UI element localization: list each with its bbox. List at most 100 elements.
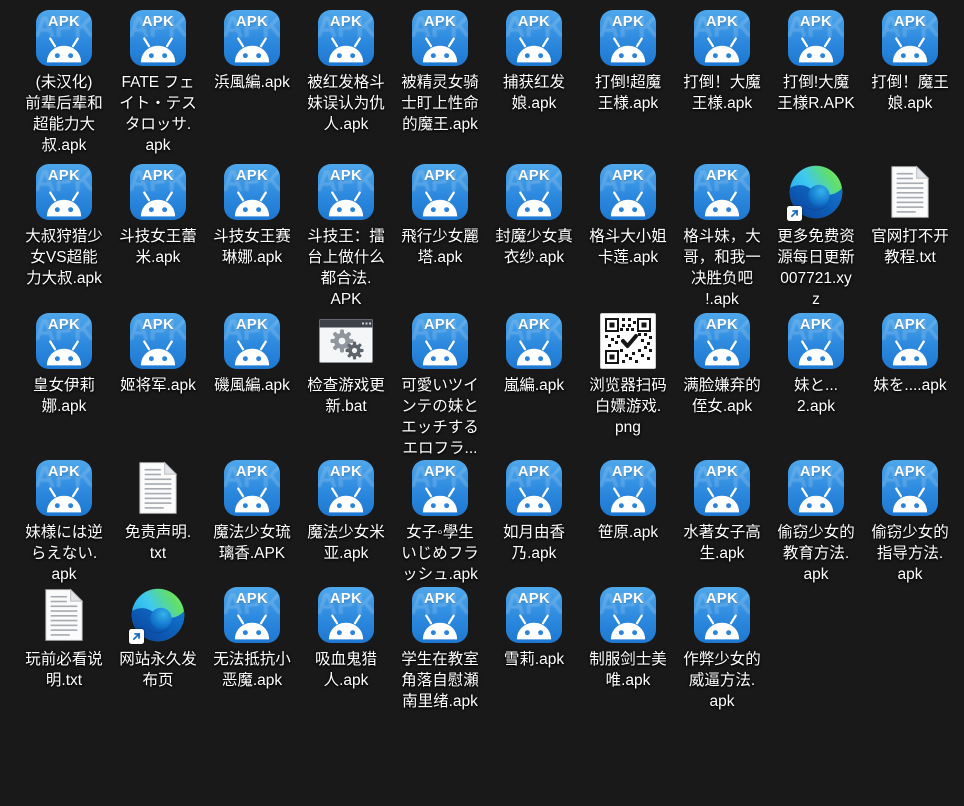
desktop-icon-qr[interactable]: 浏览器扫码 白嫖游戏. png <box>581 313 675 459</box>
icon-image: APK APK <box>506 164 562 220</box>
icon-image: APK APK <box>600 164 656 220</box>
icon-image: APK APK <box>882 313 938 369</box>
desktop-icon-apk[interactable]: APK APK 作弊少女的 威逼方法. apk <box>675 587 769 712</box>
icon-label: 偷窃少女的 指导方法. apk <box>871 522 949 585</box>
icon-label: 封魔少女真 衣纱.apk <box>495 226 573 268</box>
apk-file-icon: APK APK <box>318 164 374 220</box>
desktop-icon-apk[interactable]: APK APK 皇女伊莉 娜.apk <box>17 313 111 459</box>
desktop-icon-apk[interactable]: APK APK 妹と... 2.apk <box>769 313 863 459</box>
desktop-icon-apk[interactable]: APK APK 捕获红发 娘.apk <box>487 10 581 156</box>
icon-label: 大叔狩猎少 女VS超能 力大叔.apk <box>25 226 103 289</box>
desktop-icon-apk[interactable]: APK APK 飛行少女麗 塔.apk <box>393 164 487 310</box>
apk-badge-text: APK <box>130 317 186 333</box>
apk-file-icon: APK APK <box>600 164 656 220</box>
icon-label: 更多免费资 源每日更新 007721.xy z <box>777 226 855 310</box>
apk-badge-text: APK <box>36 168 92 184</box>
apk-badge-text: APK <box>600 591 656 607</box>
desktop-icon-txt[interactable]: 玩前必看说 明.txt <box>17 587 111 712</box>
desktop-icon-apk[interactable]: APK APK 大叔狩猎少 女VS超能 力大叔.apk <box>17 164 111 310</box>
apk-file-icon: APK APK <box>694 10 750 66</box>
icon-image: APK APK <box>412 587 468 643</box>
icon-label: 姬将军.apk <box>120 375 196 396</box>
desktop-icon-apk[interactable]: APK APK 妹を....apk <box>863 313 957 459</box>
desktop-icon-apk[interactable]: APK APK 打倒!大魔 王様R.APK <box>769 10 863 156</box>
desktop-icon-apk[interactable]: APK APK 打倒！大魔 王様.apk <box>675 10 769 156</box>
desktop-row: APK APK 妹様には逆 らえない. apk 免责声明. txt <box>17 460 957 585</box>
apk-badge-text: APK <box>600 14 656 30</box>
android-robot-icon <box>515 36 553 63</box>
desktop-icon-apk[interactable]: APK APK 封魔少女真 衣纱.apk <box>487 164 581 310</box>
desktop-icon-apk[interactable]: APK APK 妹様には逆 らえない. apk <box>17 460 111 585</box>
apk-badge-text: APK <box>224 464 280 480</box>
apk-file-icon: APK APK <box>882 313 938 369</box>
desktop-icon-apk[interactable]: APK APK 被红发格斗 妹误认为仇 人.apk <box>299 10 393 156</box>
desktop-icon-apk[interactable]: APK APK 打倒！魔王 娘.apk <box>863 10 957 156</box>
desktop-icon-apk[interactable]: APK APK 斗技女王蕾 米.apk <box>111 164 205 310</box>
apk-file-icon: APK APK <box>36 313 92 369</box>
android-robot-icon <box>891 339 929 366</box>
desktop-icon-apk[interactable]: APK APK 嵐編.apk <box>487 313 581 459</box>
icon-label: 格斗妹，大 哥，和我一 决胜负吧 !.apk <box>683 226 761 310</box>
android-robot-icon <box>45 190 83 217</box>
icon-label: 斗技女王赛 琳娜.apk <box>213 226 291 268</box>
icon-label: 可愛いツイ ンテの妹と エッチする エロフラ... <box>401 375 479 459</box>
icon-image: APK APK <box>36 313 92 369</box>
desktop-icon-bat[interactable]: 检查游戏更 新.bat <box>299 313 393 459</box>
desktop-icon-apk[interactable]: APK APK 雪莉.apk <box>487 587 581 712</box>
desktop-icon-edge[interactable]: 更多免费资 源每日更新 007721.xy z <box>769 164 863 310</box>
desktop-icon-apk[interactable]: APK APK 浜風編.apk <box>205 10 299 156</box>
icon-image: APK APK <box>318 164 374 220</box>
desktop-row: APK APK 大叔狩猎少 女VS超能 力大叔.apk APK APK 斗技女王… <box>17 164 957 310</box>
apk-badge-text: APK <box>694 168 750 184</box>
desktop-icon-apk[interactable]: APK APK 满脸嫌弃的 侄女.apk <box>675 313 769 459</box>
desktop-icon-apk[interactable]: APK APK 吸血鬼猎 人.apk <box>299 587 393 712</box>
desktop-icon-apk[interactable]: APK APK 学生在教室 角落自慰瀬 南里绪.apk <box>393 587 487 712</box>
icon-label: 斗技女王蕾 米.apk <box>119 226 197 268</box>
desktop-icon-apk[interactable]: APK APK 姬将军.apk <box>111 313 205 459</box>
apk-badge-text: APK <box>224 14 280 30</box>
desktop-icon-apk[interactable]: APK APK 斗技王：擂 台上做什么 都合法. APK <box>299 164 393 310</box>
desktop-icon-apk[interactable]: APK APK 魔法少女米 亚.apk <box>299 460 393 585</box>
apk-badge-text: APK <box>224 168 280 184</box>
desktop-icon-apk[interactable]: APK APK 可愛いツイ ンテの妹と エッチする エロフラ... <box>393 313 487 459</box>
desktop-icon-apk[interactable]: APK APK 女子◦學生 いじめフラ ッシュ.apk <box>393 460 487 585</box>
desktop-icon-apk[interactable]: APK APK 无法抵抗小 恶魔.apk <box>205 587 299 712</box>
desktop-icon-apk[interactable]: APK APK (未汉化) 前辈后辈和 超能力大 叔.apk <box>17 10 111 156</box>
desktop-icon-apk[interactable]: APK APK 如月由香 乃.apk <box>487 460 581 585</box>
desktop-icon-apk[interactable]: APK APK 偷窃少女的 教育方法. apk <box>769 460 863 585</box>
desktop-icon-txt[interactable]: 官网打不开 教程.txt <box>863 164 957 310</box>
apk-file-icon: APK APK <box>506 460 562 516</box>
desktop-icon-apk[interactable]: APK APK 魔法少女琉 璃香.APK <box>205 460 299 585</box>
android-robot-icon <box>233 190 271 217</box>
icon-image: APK APK <box>224 587 280 643</box>
icon-image: APK APK <box>412 164 468 220</box>
desktop-icon-apk[interactable]: APK APK 被精灵女骑 士盯上性命 的魔王.apk <box>393 10 487 156</box>
android-robot-icon <box>609 36 647 63</box>
desktop-icon-txt[interactable]: 免责声明. txt <box>111 460 205 585</box>
desktop-icon-edge[interactable]: 网站永久发 布页 <box>111 587 205 712</box>
desktop-icon-apk[interactable]: APK APK 磯風編.apk <box>205 313 299 459</box>
desktop-icon-apk[interactable]: APK APK 打倒!超魔 王様.apk <box>581 10 675 156</box>
apk-badge-text: APK <box>694 14 750 30</box>
icon-label: 斗技王：擂 台上做什么 都合法. APK <box>307 226 385 310</box>
apk-file-icon: APK APK <box>224 587 280 643</box>
icon-image: APK APK <box>506 10 562 66</box>
apk-badge-text: APK <box>318 464 374 480</box>
icon-image: APK APK <box>130 164 186 220</box>
desktop-icon-apk[interactable]: APK APK FATE フェ イト・テス タロッサ. apk <box>111 10 205 156</box>
apk-badge-text: APK <box>882 14 938 30</box>
desktop-icon-apk[interactable]: APK APK 格斗大小姐 卡莲.apk <box>581 164 675 310</box>
desktop-icon-apk[interactable]: APK APK 水著女子高 生.apk <box>675 460 769 585</box>
android-robot-icon <box>45 339 83 366</box>
apk-file-icon: APK APK <box>694 587 750 643</box>
desktop-icon-apk[interactable]: APK APK 笹原.apk <box>581 460 675 585</box>
icon-label: 检查游戏更 新.bat <box>307 375 385 417</box>
apk-file-icon: APK APK <box>412 313 468 369</box>
desktop-icon-apk[interactable]: APK APK 格斗妹，大 哥，和我一 决胜负吧 !.apk <box>675 164 769 310</box>
desktop-icon-apk[interactable]: APK APK 制服剑士美 唯.apk <box>581 587 675 712</box>
desktop-icon-apk[interactable]: APK APK 斗技女王赛 琳娜.apk <box>205 164 299 310</box>
apk-badge-text: APK <box>130 168 186 184</box>
desktop-icon-apk[interactable]: APK APK 偷窃少女的 指导方法. apk <box>863 460 957 585</box>
icon-image: APK APK <box>694 313 750 369</box>
apk-file-icon: APK APK <box>506 313 562 369</box>
